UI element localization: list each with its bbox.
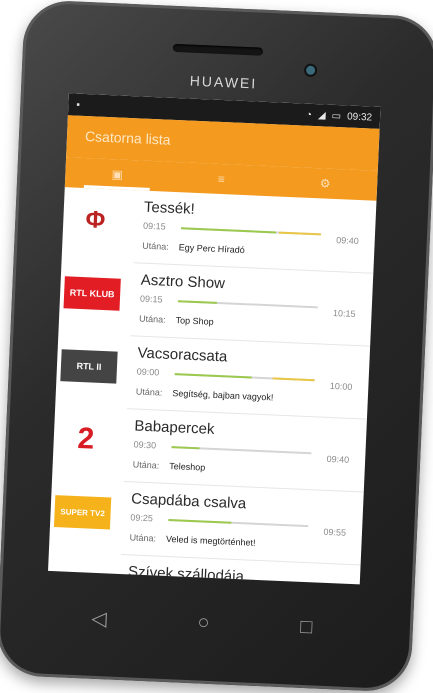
battery-icon: ▭ bbox=[331, 110, 342, 122]
progress-fill bbox=[171, 446, 200, 450]
recent-apps-icon[interactable]: □ bbox=[300, 615, 313, 639]
phone-frame: HUAWEI ▪ ◔ ◢ ▭ 09:32 Csatorna lista ▣ ≡ … bbox=[0, 0, 433, 693]
channel-logo: 2 bbox=[76, 421, 95, 456]
program-start: 09:15 bbox=[139, 293, 163, 305]
tab-settings[interactable]: ⚙ bbox=[273, 166, 378, 201]
progress-bar bbox=[177, 300, 318, 309]
tab-list[interactable]: ≡ bbox=[169, 162, 274, 197]
settings-icon: ⚙ bbox=[319, 176, 331, 191]
program-row[interactable]: RTL KLUB Asztro Show 09:15 10:15 Utána: T… bbox=[63, 263, 374, 347]
next-program: Utána: Segítség, bajban vagyok! bbox=[135, 386, 274, 403]
notification-icon: ▪ bbox=[76, 99, 81, 111]
program-end: 10:15 bbox=[332, 308, 356, 319]
next-program: Utána: Top Shop bbox=[138, 313, 214, 327]
earpiece-speaker bbox=[172, 43, 264, 56]
next-program: Utána: Egy Perc Híradó bbox=[142, 240, 245, 256]
tv-icon: ▣ bbox=[111, 167, 124, 182]
front-camera bbox=[305, 65, 316, 75]
progress-bar bbox=[171, 446, 312, 455]
back-icon[interactable]: ◁ bbox=[91, 605, 107, 631]
list-icon: ≡ bbox=[217, 171, 226, 187]
signal-icon: ◢ bbox=[317, 109, 326, 121]
program-start: 09:25 bbox=[130, 512, 154, 524]
next-program: Utána: Veled is megtörténhet! bbox=[129, 532, 256, 548]
progress-warn bbox=[278, 231, 322, 236]
wifi-icon: ◔ bbox=[305, 109, 313, 121]
program-title: Szívek szállodája bbox=[127, 563, 245, 585]
android-nav-bar: ◁ ○ □ bbox=[45, 586, 359, 660]
program-title: Vacsoracsata bbox=[137, 344, 228, 366]
program-title: Asztro Show bbox=[140, 271, 226, 293]
program-end: 09:40 bbox=[326, 453, 350, 465]
progress-fill bbox=[174, 373, 252, 379]
next-program: Utána: Teleshop bbox=[132, 459, 206, 473]
status-time: 09:32 bbox=[346, 110, 373, 124]
channel-logo: RTL II bbox=[60, 349, 118, 384]
program-end: 10:00 bbox=[329, 380, 353, 392]
program-start: 09:30 bbox=[133, 439, 157, 451]
progress-fill bbox=[168, 519, 232, 524]
program-row[interactable]: RTL II Vacsoracsata 09:00 10:00 Utána: Se… bbox=[60, 336, 371, 420]
program-start: 09:15 bbox=[142, 220, 166, 232]
brand-logo: HUAWEI bbox=[189, 72, 258, 92]
channel-logo: Φ bbox=[84, 206, 106, 234]
progress-fill bbox=[177, 300, 218, 304]
progress-fill bbox=[181, 227, 277, 234]
screen: ▪ ◔ ◢ ▭ 09:32 Csatorna lista ▣ ≡ ⚙ Φ Tes… bbox=[48, 93, 381, 585]
program-title: Babapercek bbox=[134, 417, 215, 438]
app-title: Csatorna lista bbox=[84, 128, 171, 148]
program-start: 09:00 bbox=[136, 366, 160, 378]
program-row[interactable]: 2 Babapercek 09:30 09:40 Utána: Teleshop bbox=[77, 409, 367, 493]
program-title: Csapdába csalva bbox=[130, 490, 247, 513]
program-end: 09:40 bbox=[335, 235, 359, 247]
channel-logo: SUPER TV2 bbox=[53, 495, 112, 530]
program-title: Tessék! bbox=[143, 198, 196, 218]
program-list: Φ Tessék! 09:15 09:40 Utána: Egy Perc Hír… bbox=[48, 187, 377, 585]
channel-logo: RTL KLUB bbox=[63, 276, 121, 311]
progress-bar bbox=[174, 373, 315, 382]
progress-bar bbox=[168, 519, 309, 528]
home-icon[interactable]: ○ bbox=[197, 611, 210, 635]
progress-bar bbox=[181, 227, 322, 236]
tab-channels[interactable]: ▣ bbox=[65, 157, 170, 192]
program-row[interactable]: Φ Tessék! 09:15 09:40 Utána: Egy Perc Hír… bbox=[85, 190, 377, 274]
progress-warn bbox=[272, 377, 315, 382]
program-end: 09:55 bbox=[323, 526, 347, 538]
program-row[interactable]: SUPER TV2 Csapdába csalva 09:25 09:55 Ut… bbox=[53, 482, 364, 566]
